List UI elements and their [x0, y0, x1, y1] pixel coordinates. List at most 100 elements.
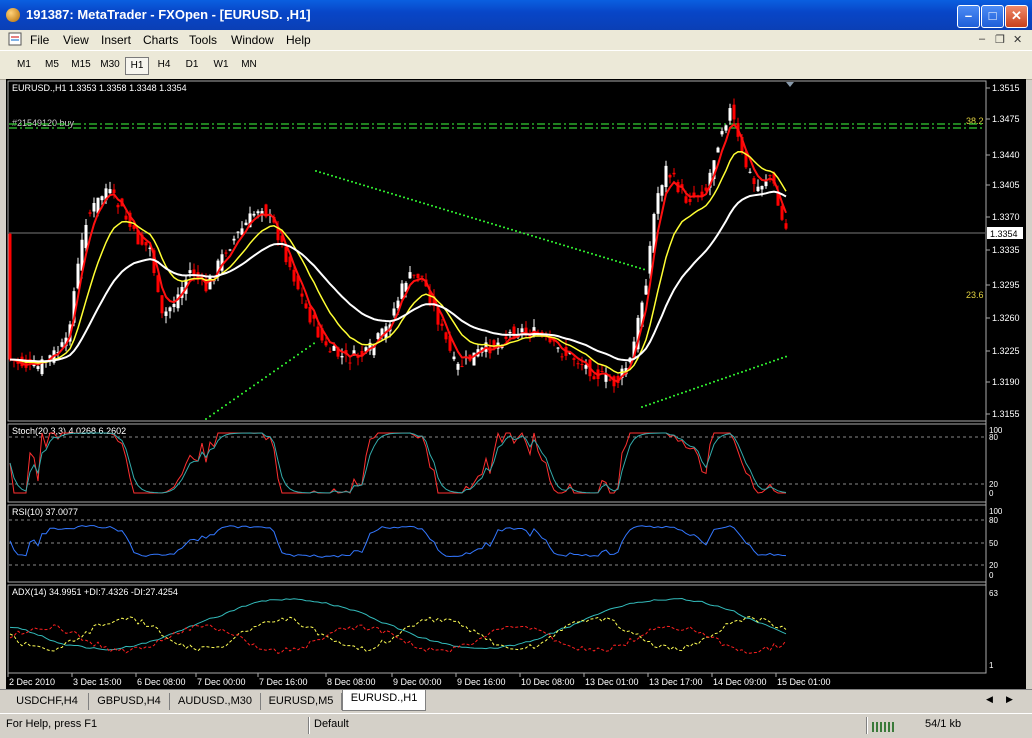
menu-tools[interactable]: Tools	[189, 33, 217, 47]
app-icon[interactable]	[6, 8, 20, 22]
candle-body	[728, 108, 732, 121]
psar-dot	[559, 243, 561, 246]
tab-scroll-left-icon[interactable]: ◀	[986, 694, 993, 705]
child-restore-icon[interactable]: ❐	[995, 33, 1005, 46]
psar-dot	[689, 389, 691, 392]
chart-shift-marker[interactable]	[786, 82, 794, 87]
menu-insert[interactable]: Insert	[101, 33, 131, 47]
tf-mn[interactable]: MN	[237, 57, 261, 73]
maximize-button[interactable]: □	[981, 5, 1004, 28]
adx-label: ADX(14) 34.9951 +DI:7.4326 -DI:27.4254	[12, 587, 178, 597]
ma-mid-line	[9, 150, 787, 374]
menu-help[interactable]: Help	[286, 33, 311, 47]
psar-dot	[705, 383, 707, 386]
candle-body	[316, 326, 320, 338]
psar-dot	[567, 245, 569, 248]
psar-dot	[269, 373, 271, 376]
tab-usdchf-h4[interactable]: USDCHF,H4	[6, 693, 89, 710]
minimize-button[interactable]: –	[957, 5, 980, 28]
tf-h4[interactable]: H4	[153, 57, 175, 73]
document-icon[interactable]	[8, 32, 22, 46]
psar-dot	[619, 261, 621, 264]
candle-body	[88, 212, 92, 214]
psar-dot	[451, 210, 453, 213]
candle-body	[332, 346, 336, 351]
menu-view[interactable]: View	[63, 33, 89, 47]
menu-file[interactable]: File	[30, 33, 49, 47]
chart-window[interactable]: EURUSD.,H1 1.3353 1.3358 1.3348 1.3354 #…	[6, 79, 1026, 689]
psar-dot	[371, 186, 373, 189]
psar-dot	[583, 250, 585, 253]
psar-dot	[339, 177, 341, 180]
tf-w1[interactable]: W1	[209, 57, 233, 73]
candle-body	[160, 295, 164, 314]
time-tick-label: 6 Dec 08:00	[137, 677, 186, 687]
psar-dot	[355, 182, 357, 184]
candle-body	[648, 245, 652, 274]
menu-charts[interactable]: Charts	[143, 33, 178, 47]
adx-line	[9, 597, 787, 651]
psar-dot	[745, 369, 747, 372]
status-traffic: 54/1 kb	[925, 718, 962, 730]
psar-dot	[503, 226, 505, 229]
candle-body	[324, 341, 328, 346]
candle-body	[752, 178, 756, 184]
psar-dot	[323, 172, 325, 175]
rsi-level-label: 20	[989, 561, 998, 570]
candle-body	[256, 211, 260, 214]
psar-dot	[725, 376, 727, 379]
psar-dot	[693, 387, 695, 390]
psar-dot	[733, 373, 735, 376]
candle-body	[348, 362, 352, 364]
psar-dot	[237, 395, 239, 398]
chart-canvas[interactable]: EURUSD.,H1 1.3353 1.3358 1.3348 1.3354 #…	[6, 79, 1026, 689]
psar-dot	[681, 392, 683, 394]
ma-fast-line	[9, 122, 787, 383]
psar-dot	[649, 403, 651, 406]
psar-dot	[639, 267, 641, 270]
time-tick-label: 8 Dec 08:00	[327, 677, 376, 687]
tf-h1[interactable]: H1	[125, 57, 149, 75]
psar-dot	[631, 264, 633, 267]
candle-body	[608, 379, 612, 381]
tab-audusd-m30[interactable]: AUDUSD.,M30	[170, 693, 261, 710]
psar-dot	[563, 244, 565, 247]
tab-eurusd-m5[interactable]: EURUSD,M5	[261, 693, 342, 710]
connection-bars-icon	[872, 722, 894, 732]
tf-m1[interactable]: M1	[12, 57, 36, 73]
tab-scroll-right-icon[interactable]: ▶	[1006, 694, 1013, 705]
menu-window[interactable]: Window	[231, 33, 274, 47]
candle-body	[572, 358, 576, 360]
psar-dot	[673, 394, 675, 397]
close-button[interactable]: ✕	[1005, 5, 1028, 28]
candle-body	[208, 276, 212, 290]
psar-dot	[531, 234, 533, 237]
price-tick-label: 1.3260	[992, 313, 1020, 323]
psar-dot	[661, 399, 663, 401]
tf-m5[interactable]: M5	[40, 57, 64, 73]
time-tick-label: 13 Dec 01:00	[585, 677, 639, 687]
candle-body	[760, 185, 764, 190]
psar-dot	[403, 196, 405, 199]
psar-dot	[571, 246, 573, 249]
psar-dot	[225, 404, 227, 406]
tab-eurusd-h1[interactable]: EURUSD.,H1	[342, 690, 426, 711]
child-minimize-icon[interactable]: –	[979, 33, 985, 45]
psar-dot	[579, 249, 581, 252]
psar-dot	[273, 370, 275, 373]
tf-m15[interactable]: M15	[68, 57, 94, 73]
tf-d1[interactable]: D1	[181, 57, 203, 73]
psar-dot	[599, 255, 601, 258]
psar-dot	[765, 362, 767, 365]
tf-m30[interactable]: M30	[97, 57, 123, 73]
candle-body	[556, 347, 560, 349]
rsi-level-label: 80	[989, 516, 998, 525]
candle-body	[164, 311, 168, 316]
psar-dot	[487, 221, 489, 224]
psar-dot	[713, 380, 715, 383]
psar-dot	[535, 236, 537, 238]
child-close-icon[interactable]: ✕	[1013, 33, 1022, 46]
tab-gbpusd-h4[interactable]: GBPUSD,H4	[89, 693, 170, 710]
candle-body	[420, 275, 424, 277]
psar-dot	[447, 209, 449, 212]
